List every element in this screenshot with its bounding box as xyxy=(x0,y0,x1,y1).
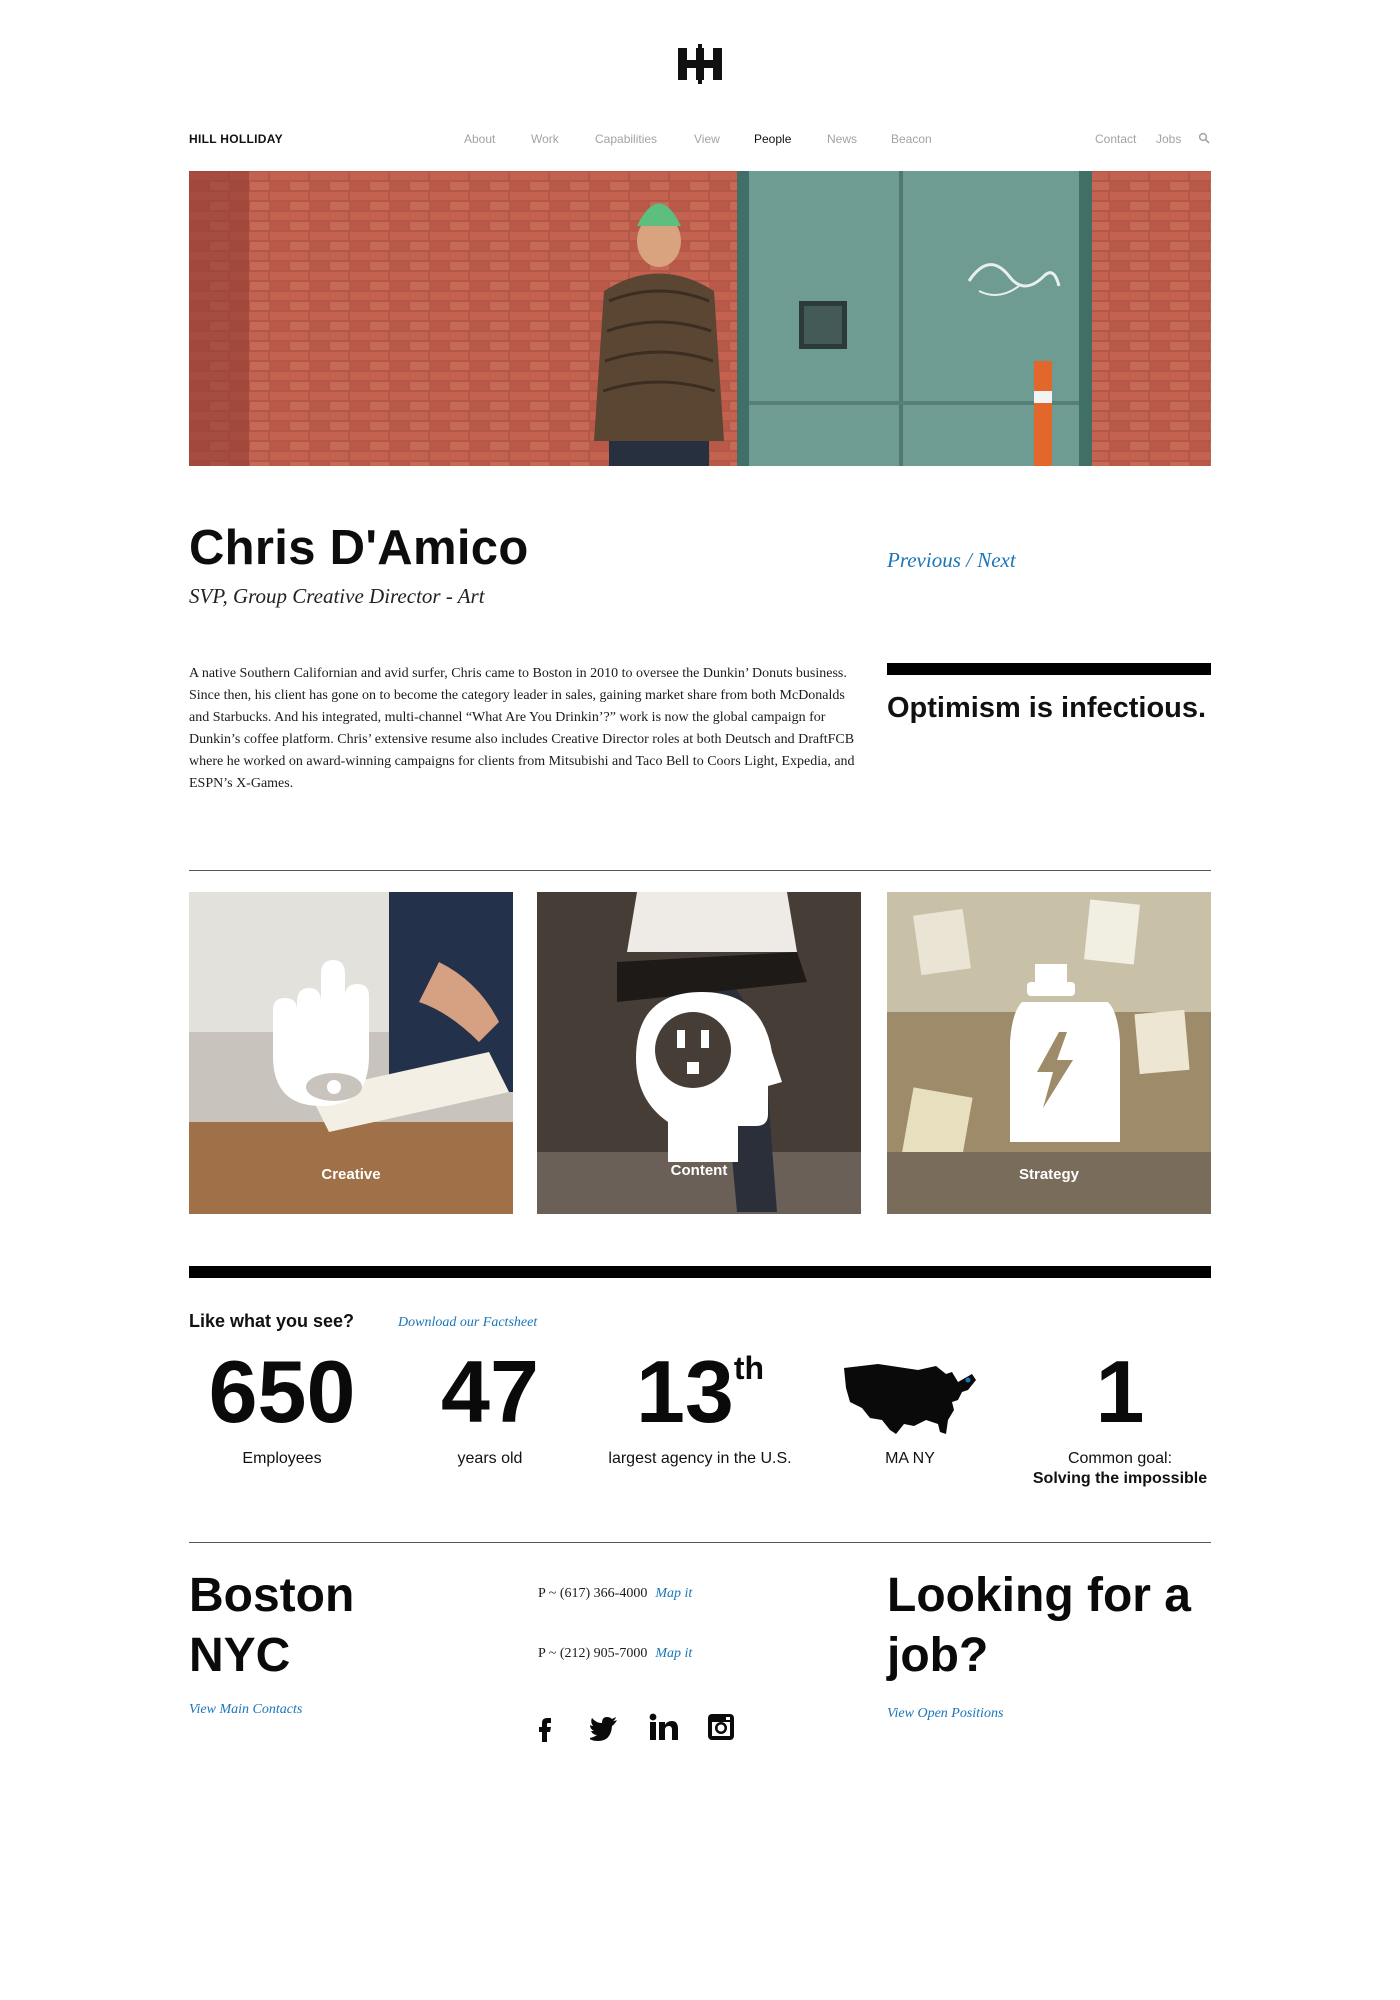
nav-news[interactable]: News xyxy=(827,132,857,146)
stat-years-label: years old xyxy=(457,1450,523,1467)
nav-about[interactable]: About xyxy=(464,132,495,146)
hero-photo xyxy=(189,171,1211,466)
nav-view[interactable]: View xyxy=(694,132,720,146)
section-divider xyxy=(189,870,1211,871)
capability-tile-content[interactable]: Content xyxy=(537,892,861,1214)
nav-work[interactable]: Work xyxy=(531,132,559,146)
phone-nyc-number: P ~ (212) 905-7000 xyxy=(538,1646,648,1661)
us-map-icon xyxy=(844,1364,976,1434)
stat-rank-suffix: th xyxy=(733,1350,765,1386)
instagram-icon[interactable] xyxy=(706,1712,736,1742)
twitter-icon[interactable] xyxy=(590,1712,620,1742)
stat-locations-label: MA NY xyxy=(885,1450,935,1467)
capability-tile-strategy[interactable]: Strategy xyxy=(887,892,1211,1214)
stat-employees-label: Employees xyxy=(242,1450,322,1467)
capability-label-creative: Creative xyxy=(321,1166,381,1183)
person-bio: A native Southern Californian and avid s… xyxy=(189,666,855,791)
capability-label-content: Content xyxy=(670,1162,728,1179)
nav-capabilities[interactable]: Capabilities xyxy=(595,132,657,146)
stat-goal-bold: Solving the impossible xyxy=(1032,1470,1208,1487)
capability-tile-creative[interactable]: Creative xyxy=(189,892,513,1214)
factsheet-link[interactable]: Download our Factsheet xyxy=(398,1315,537,1331)
hill-holliday-logo[interactable] xyxy=(674,44,726,84)
map-it-boston-link[interactable]: Map it xyxy=(655,1586,692,1601)
nav-jobs[interactable]: Jobs xyxy=(1156,132,1181,146)
nav-beacon[interactable]: Beacon xyxy=(891,132,932,146)
prev-next-separator: / xyxy=(966,548,972,572)
map-it-nyc-link[interactable]: Map it xyxy=(655,1646,692,1661)
stat-rank-label: largest agency in the U.S. xyxy=(608,1450,792,1467)
stat-rank-number: 13 xyxy=(635,1342,734,1441)
previous-link[interactable]: Previous xyxy=(887,548,961,572)
job-heading: Looking for a job? xyxy=(887,1569,1191,1682)
stat-employees-number: 650 xyxy=(208,1342,356,1441)
phone-boston: P ~ (617) 366-4000 Map it xyxy=(538,1586,692,1602)
footer-divider xyxy=(189,1542,1211,1543)
quote-divider xyxy=(887,663,1211,675)
phone-boston-number: P ~ (617) 366-4000 xyxy=(538,1586,648,1601)
view-open-positions-link[interactable]: View Open Positions xyxy=(887,1706,1003,1722)
search-icon[interactable] xyxy=(1198,132,1210,144)
linkedin-icon[interactable] xyxy=(648,1712,678,1742)
next-link[interactable]: Next xyxy=(977,548,1015,572)
stats-divider xyxy=(189,1266,1211,1278)
brand-wordmark[interactable]: HILL HOLLIDAY xyxy=(189,132,283,146)
person-name: Chris D'Amico xyxy=(189,521,529,575)
view-main-contacts-link[interactable]: View Main Contacts xyxy=(189,1702,302,1718)
phone-nyc: P ~ (212) 905-7000 Map it xyxy=(538,1646,692,1662)
stat-goal-number: 1 xyxy=(1095,1342,1145,1441)
prev-next-nav: Previous / Next xyxy=(887,548,1016,573)
person-role: SVP, Group Creative Director - Art xyxy=(189,584,485,608)
city-boston: Boston xyxy=(189,1569,355,1622)
stat-goal-label: Common goal: xyxy=(1067,1450,1173,1467)
nav-contact[interactable]: Contact xyxy=(1095,132,1136,146)
capability-label-strategy: Strategy xyxy=(1018,1166,1080,1183)
nav-people[interactable]: People xyxy=(754,132,791,146)
stats-heading: Like what you see? xyxy=(189,1311,355,1331)
facebook-icon[interactable] xyxy=(530,1712,560,1742)
stat-rank: 13th xyxy=(600,1348,800,1436)
person-quote: Optimism is infectious. xyxy=(887,692,1207,724)
city-nyc: NYC xyxy=(189,1629,291,1682)
stat-years-number: 47 xyxy=(441,1342,539,1441)
